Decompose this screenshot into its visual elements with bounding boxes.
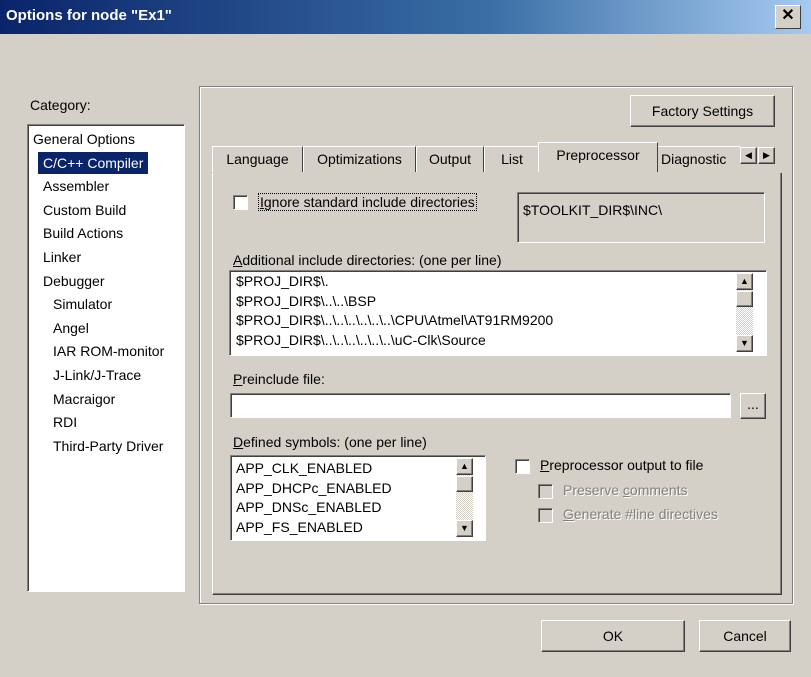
defined-symbols-mnemonic: D [233,434,244,450]
additional-include-textarea[interactable]: $PROJ_DIR$\. $PROJ_DIR$\..\..\BSP $PROJ_DI… [229,270,767,356]
include-scroll-thumb[interactable] [736,291,753,307]
include-dir-line: $PROJ_DIR$\..\..\BSP [236,292,377,309]
tab-optimizations[interactable]: Optimizations [303,146,416,172]
preserve-comments-checkbox[interactable] [538,484,553,499]
std-include-path-text: $TOOLKIT_DIR$\INC\ [523,202,663,218]
title-bar[interactable]: Options for node "Ex1" ✕ [0,0,811,34]
ignore-std-text: gnore standard include directories [263,194,475,210]
category-item[interactable]: C/C++ Compiler [38,151,149,174]
category-item[interactable]: Angel [48,317,94,339]
category-item[interactable]: Custom Build [38,199,131,221]
include-scroll-up-button[interactable]: ▲ [736,273,753,290]
defined-symbols-label: Defined symbols: (one per line) [233,434,427,450]
category-item[interactable]: Third-Party Driver [48,435,168,457]
category-item[interactable]: Macraigor [48,388,120,410]
additional-include-label: Additional include directories: (one per… [233,252,502,268]
category-item[interactable]: Assembler [38,175,114,197]
category-item[interactable]: Linker [38,246,86,268]
symbols-scroll-down-button[interactable]: ▼ [456,520,473,537]
category-item[interactable]: J-Link/J-Trace [48,364,146,386]
category-item[interactable]: Build Actions [38,222,128,244]
symbols-scroll-up-button[interactable]: ▲ [456,458,473,475]
include-dir-line: $PROJ_DIR$\..\..\..\..\..\..\uC-Clk\Sour… [236,331,486,348]
category-item[interactable]: RDI [48,411,82,433]
additional-include-mnemonic: A [233,252,243,268]
symbols-scroll-thumb[interactable] [456,476,473,492]
preserve-comments-mnemonic: c [622,482,630,498]
preinclude-input[interactable] [230,393,731,418]
preproc-output-checkbox[interactable] [515,459,530,474]
ignore-std-include-label[interactable]: Ignore standard include directories [258,193,477,211]
close-button[interactable]: ✕ [775,5,801,29]
include-dir-line: $PROJ_DIR$\. [236,273,329,289]
defined-symbol-line: APP_FS_ENABLED [236,518,363,535]
std-include-path-field: $TOOLKIT_DIR$\INC\ [517,192,765,243]
defined-symbol-line: APP_DHCPc_ENABLED [236,479,392,496]
category-item[interactable]: Simulator [48,293,117,315]
category-list[interactable]: General Options C/C++ Compiler Assembler Cu… [27,124,185,592]
generate-line-checkbox[interactable] [538,508,553,523]
generate-line-label: Generate #line directives [563,506,718,522]
generate-line-text: enerate #line directives [573,506,718,522]
tab-diagnostic[interactable]: Diagnostic [656,146,740,172]
chevron-right-icon: ▶ [763,150,770,160]
category-label: Category: [30,97,91,113]
preinclude-text: reinclude file: [242,371,325,387]
arrow-up-icon: ▲ [460,461,469,471]
tab-scroll-left-button[interactable]: ◀ [740,147,757,164]
defined-symbols-text: efined symbols: (one per line) [243,434,427,450]
preserve-comments-label: Preserve comments [563,482,688,498]
include-scroll-down-button[interactable]: ▼ [736,335,753,352]
defined-symbol-line: APP_DNSc_ENABLED [236,499,382,515]
tab-scroll-right-button[interactable]: ▶ [758,147,775,164]
arrow-down-icon: ▼ [740,338,749,348]
preproc-output-label[interactable]: Preprocessor output to file [540,457,703,473]
preinclude-label: Preinclude file: [233,371,325,387]
arrow-up-icon: ▲ [740,276,749,286]
generate-line-mnemonic: G [563,506,574,522]
arrow-down-icon: ▼ [460,523,469,533]
tab-list[interactable]: List [484,146,540,172]
preinclude-mnemonic: P [233,371,243,387]
cancel-button[interactable]: Cancel [699,620,791,652]
preproc-output-mnemonic: P [540,457,550,473]
category-item[interactable]: IAR ROM-monitor [48,340,169,362]
include-dir-line: $PROJ_DIR$\..\..\..\..\..\..\CPU\Atmel\A… [236,312,554,328]
factory-settings-button[interactable]: Factory Settings [630,95,775,127]
preserve-comments-text: omments [629,482,688,498]
category-item[interactable]: Debugger [38,270,110,292]
tab-output[interactable]: Output [416,146,484,172]
category-item[interactable]: General Options [28,128,140,150]
ignore-std-include-checkbox[interactable] [233,195,248,210]
preserve-comments-pre: Preserve [563,482,623,498]
ok-button[interactable]: OK [541,620,685,652]
tab-language[interactable]: Language [212,146,303,172]
window-title: Options for node "Ex1" [6,7,172,24]
preproc-output-text: reprocessor output to file [549,457,704,473]
tab-bar: Language Optimizations Output List Preproces… [212,142,782,176]
preinclude-browse-button[interactable]: ... [740,393,766,419]
additional-include-text: dditional include directories: (one per … [242,252,502,268]
defined-symbols-textarea[interactable]: APP_CLK_ENABLED APP_DHCPc_ENABLED APP_DNSc… [230,455,486,541]
chevron-left-icon: ◀ [745,150,752,160]
defined-symbol-line: APP_CLK_ENABLED [236,460,373,476]
tab-preprocessor[interactable]: Preprocessor [538,142,658,172]
